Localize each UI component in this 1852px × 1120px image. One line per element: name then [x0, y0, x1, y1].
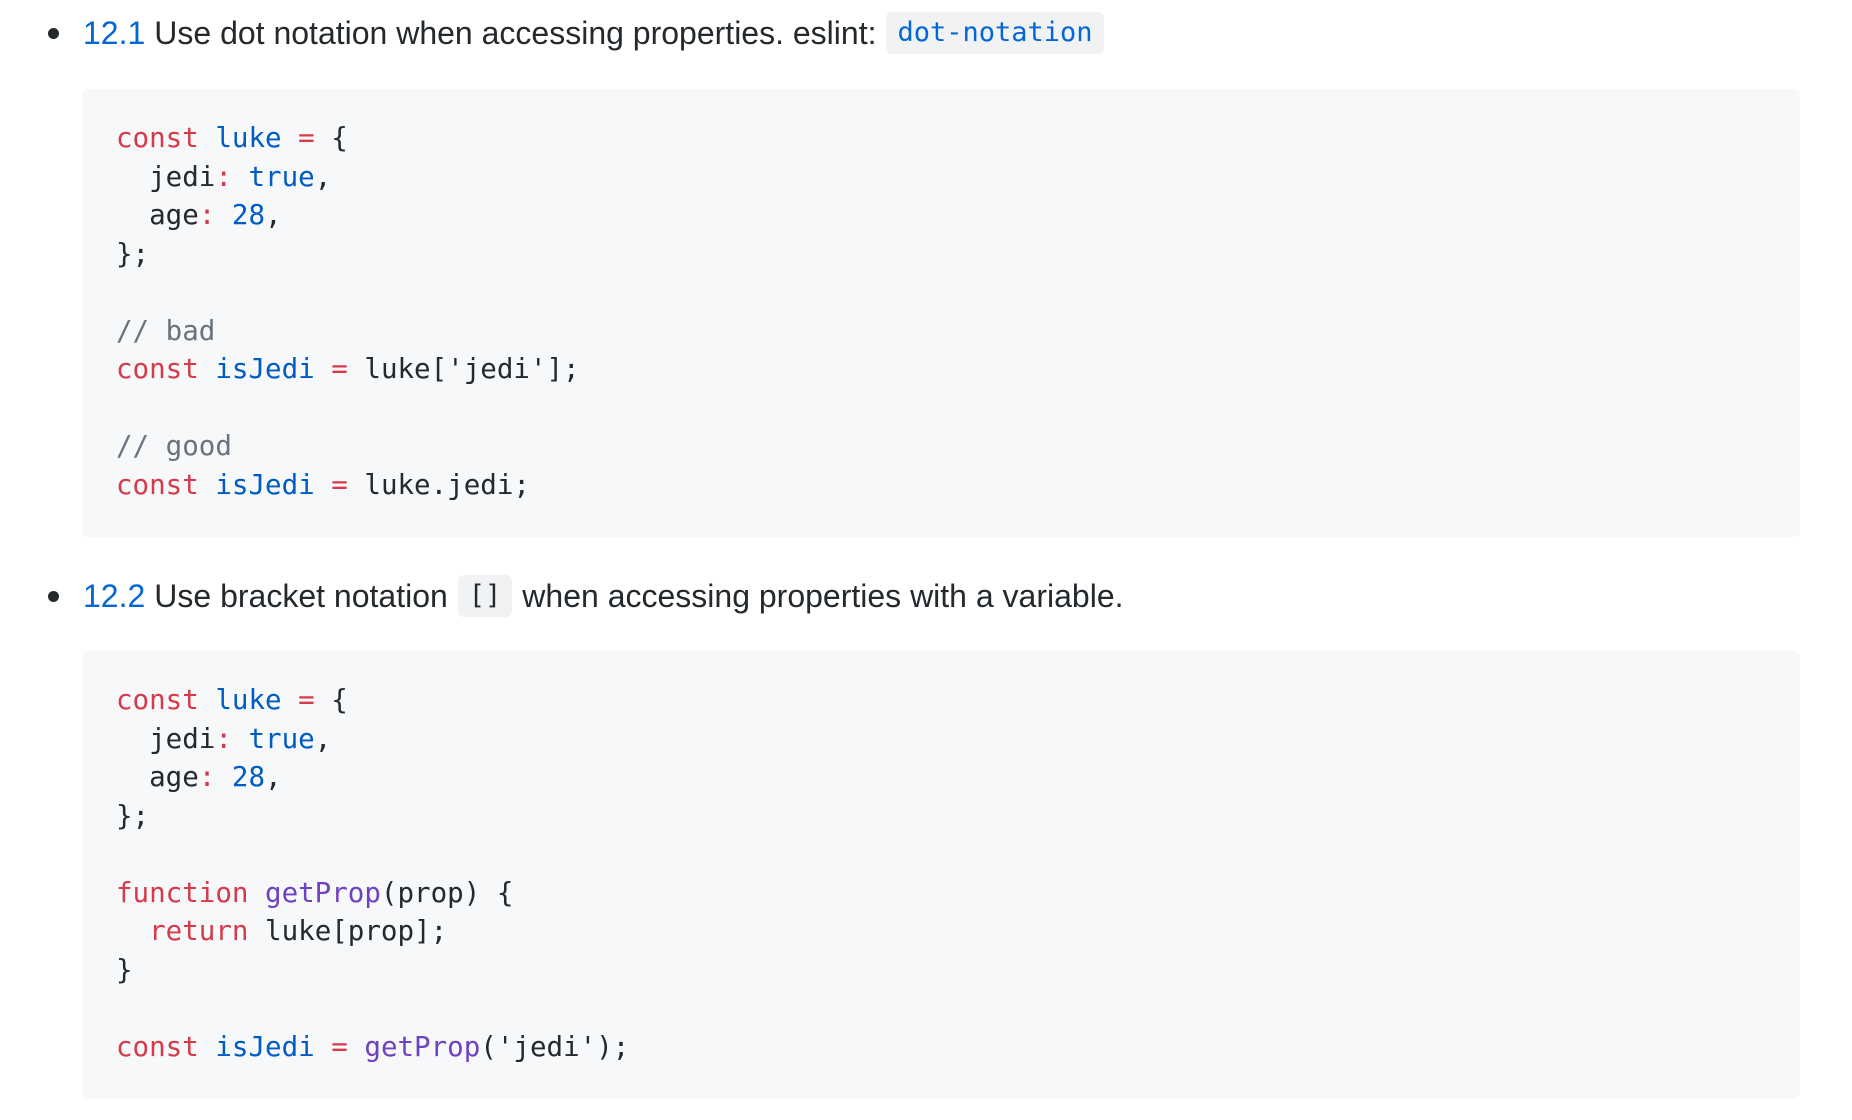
- code-line: const luke = {: [116, 681, 1766, 720]
- code-token: const: [116, 353, 199, 385]
- code-token: ,: [314, 722, 332, 755]
- code-token: getProp: [265, 876, 381, 909]
- code-token: :: [215, 722, 232, 755]
- code-block-12-2: const luke = { jedi: true, age: 28,}; fun…: [82, 651, 1800, 1099]
- rule-12-1-anchor-link[interactable]: 12.1: [83, 11, 145, 55]
- rule-12-2-text-before: Use bracket notation: [154, 578, 448, 614]
- rule-12-1-text: Use dot notation when accessing properti…: [154, 15, 877, 51]
- rule-12-2-anchor-link[interactable]: 12.2: [83, 574, 145, 618]
- bullet-icon: [48, 27, 59, 39]
- code-line: // bad: [116, 312, 1766, 351]
- code-token: const: [116, 1030, 199, 1063]
- code-token: };: [116, 237, 150, 270]
- code-token: isJedi: [215, 353, 315, 385]
- code-line: const isJedi = getProp('jedi');: [116, 1028, 1766, 1067]
- code-token: const: [116, 468, 199, 501]
- code-block-12-1: const luke = { jedi: true, age: 28,}; // …: [82, 89, 1800, 537]
- code-token: luke[prop];: [248, 915, 448, 947]
- code-token: jedi: [116, 722, 216, 755]
- code-token: // bad: [116, 314, 216, 347]
- code-line: const luke = {: [116, 119, 1766, 158]
- rule-12-2-text-after: when accessing properties with a variabl…: [522, 578, 1124, 614]
- code-token: jedi: [116, 160, 216, 193]
- code-token: 28: [231, 761, 266, 793]
- code-token: };: [116, 799, 150, 832]
- code-line: jedi: true,: [116, 158, 1766, 197]
- code-line: jedi: true,: [116, 720, 1766, 759]
- code-line: age: 28,: [116, 196, 1766, 235]
- code-token: true: [248, 160, 315, 193]
- code-lines-12-2: const luke = { jedi: true, age: 28,}; fun…: [116, 681, 1766, 1066]
- eslint-dot-notation-link[interactable]: dot-notation: [886, 12, 1104, 54]
- code-token: ,: [314, 160, 332, 193]
- code-line: // good: [116, 427, 1766, 466]
- code-token: true: [248, 722, 315, 755]
- code-token: isJedi: [215, 468, 315, 501]
- code-token: luke.jedi;: [347, 468, 530, 501]
- code-line: return luke[prop];: [116, 912, 1766, 951]
- rule-12-1-heading: 12.1 Use dot notation when accessing pro…: [48, 11, 1114, 55]
- code-token: return: [149, 915, 249, 947]
- code-token: ,: [265, 199, 282, 231]
- code-line: }: [116, 951, 1766, 990]
- code-token: =: [331, 353, 348, 385]
- code-token: const: [116, 122, 199, 154]
- code-line: age: 28,: [116, 758, 1766, 797]
- rule-12-2-heading: 12.2 Use bracket notation [] when access…: [48, 574, 1124, 618]
- code-token: :: [198, 199, 216, 231]
- code-token: luke: [215, 122, 282, 154]
- bracket-notation-code: []: [457, 575, 513, 617]
- code-token: :: [215, 160, 232, 193]
- code-token: age: [116, 199, 199, 231]
- code-line: };: [116, 797, 1766, 836]
- code-line: function getProp(prop) {: [116, 874, 1766, 913]
- code-token: luke['jedi'];: [347, 353, 580, 385]
- code-token: :: [198, 761, 216, 793]
- bullet-icon: [48, 590, 59, 602]
- code-token: 28: [231, 199, 266, 231]
- code-token: luke: [215, 684, 282, 716]
- code-token: age: [116, 761, 199, 793]
- code-token: }: [116, 953, 133, 986]
- code-token: getProp: [364, 1030, 481, 1063]
- code-token: ,: [265, 761, 282, 793]
- code-line: const isJedi = luke['jedi'];: [116, 350, 1766, 389]
- code-line: };: [116, 235, 1766, 274]
- code-token: {: [314, 122, 348, 154]
- code-token: const: [116, 684, 199, 716]
- code-token: =: [298, 684, 315, 716]
- code-token: // good: [116, 430, 232, 462]
- code-token: =: [298, 122, 315, 154]
- code-lines-12-1: const luke = { jedi: true, age: 28,}; // …: [116, 119, 1766, 504]
- code-token: isJedi: [215, 1030, 315, 1063]
- code-token: ('jedi');: [480, 1030, 630, 1063]
- code-token: function: [116, 876, 249, 909]
- code-token: =: [331, 1030, 348, 1063]
- code-token: {: [314, 684, 348, 716]
- code-line: const isJedi = luke.jedi;: [116, 466, 1766, 505]
- code-token: (prop) {: [380, 876, 514, 909]
- code-token: =: [331, 468, 348, 501]
